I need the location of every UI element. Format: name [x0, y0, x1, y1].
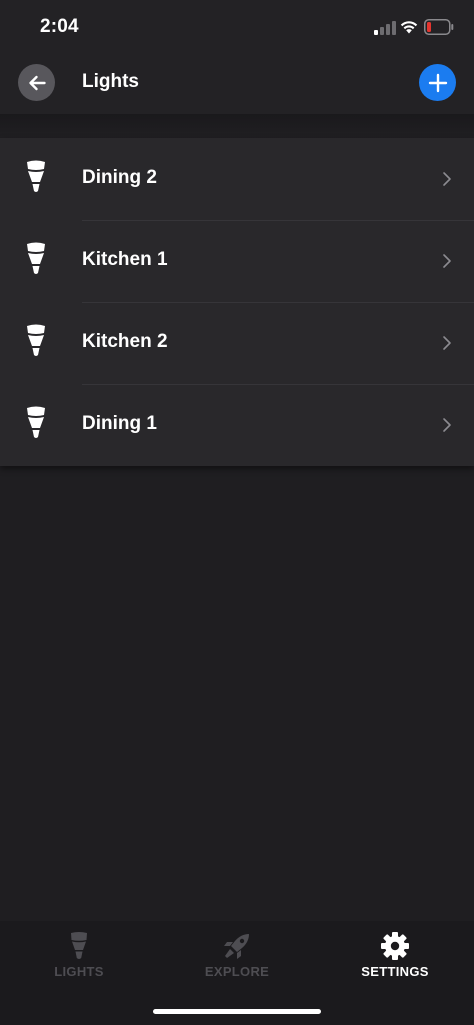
home-indicator — [153, 1009, 321, 1014]
status-time: 2:04 — [40, 16, 79, 37]
wifi-icon — [400, 21, 418, 34]
bulb-icon — [27, 160, 45, 192]
chevron-right-icon — [443, 418, 451, 432]
cellular-signal-icon — [374, 21, 396, 35]
light-name: Dining 2 — [82, 167, 157, 188]
tab-label: EXPLORE — [204, 964, 270, 979]
status-bar: 2:04 — [0, 0, 474, 56]
rocket-icon — [224, 934, 249, 959]
bulb-icon — [71, 932, 87, 959]
plus-icon — [428, 73, 447, 92]
header: Lights — [0, 56, 474, 114]
tab-settings[interactable]: SETTINGS — [316, 921, 474, 991]
list-item[interactable]: Dining 1 — [0, 384, 474, 466]
list-item[interactable]: Kitchen 2 — [0, 302, 474, 384]
list-item[interactable]: Kitchen 1 — [0, 220, 474, 302]
light-list: Dining 2 Kitchen 1 Kitchen 2 Dining 1 — [0, 138, 474, 466]
back-button[interactable] — [18, 64, 55, 101]
bulb-icon — [27, 242, 45, 274]
bulb-icon — [27, 324, 45, 356]
add-light-button[interactable] — [419, 64, 456, 101]
bulb-icon — [27, 406, 45, 438]
tab-label: SETTINGS — [361, 964, 429, 979]
tab-explore[interactable]: EXPLORE — [158, 921, 316, 991]
tab-lights[interactable]: LIGHTS — [0, 921, 158, 991]
light-name: Kitchen 1 — [82, 249, 168, 270]
arrow-left-icon — [28, 75, 46, 90]
gear-icon — [381, 932, 409, 960]
chevron-right-icon — [443, 254, 451, 268]
chevron-right-icon — [443, 172, 451, 186]
battery-icon — [424, 19, 454, 35]
header-shadow — [0, 114, 474, 138]
tab-label: LIGHTS — [54, 964, 104, 979]
light-name: Kitchen 2 — [82, 331, 168, 352]
list-item[interactable]: Dining 2 — [0, 138, 474, 220]
page-title: Lights — [82, 71, 139, 92]
chevron-right-icon — [443, 336, 451, 350]
light-name: Dining 1 — [82, 413, 157, 434]
